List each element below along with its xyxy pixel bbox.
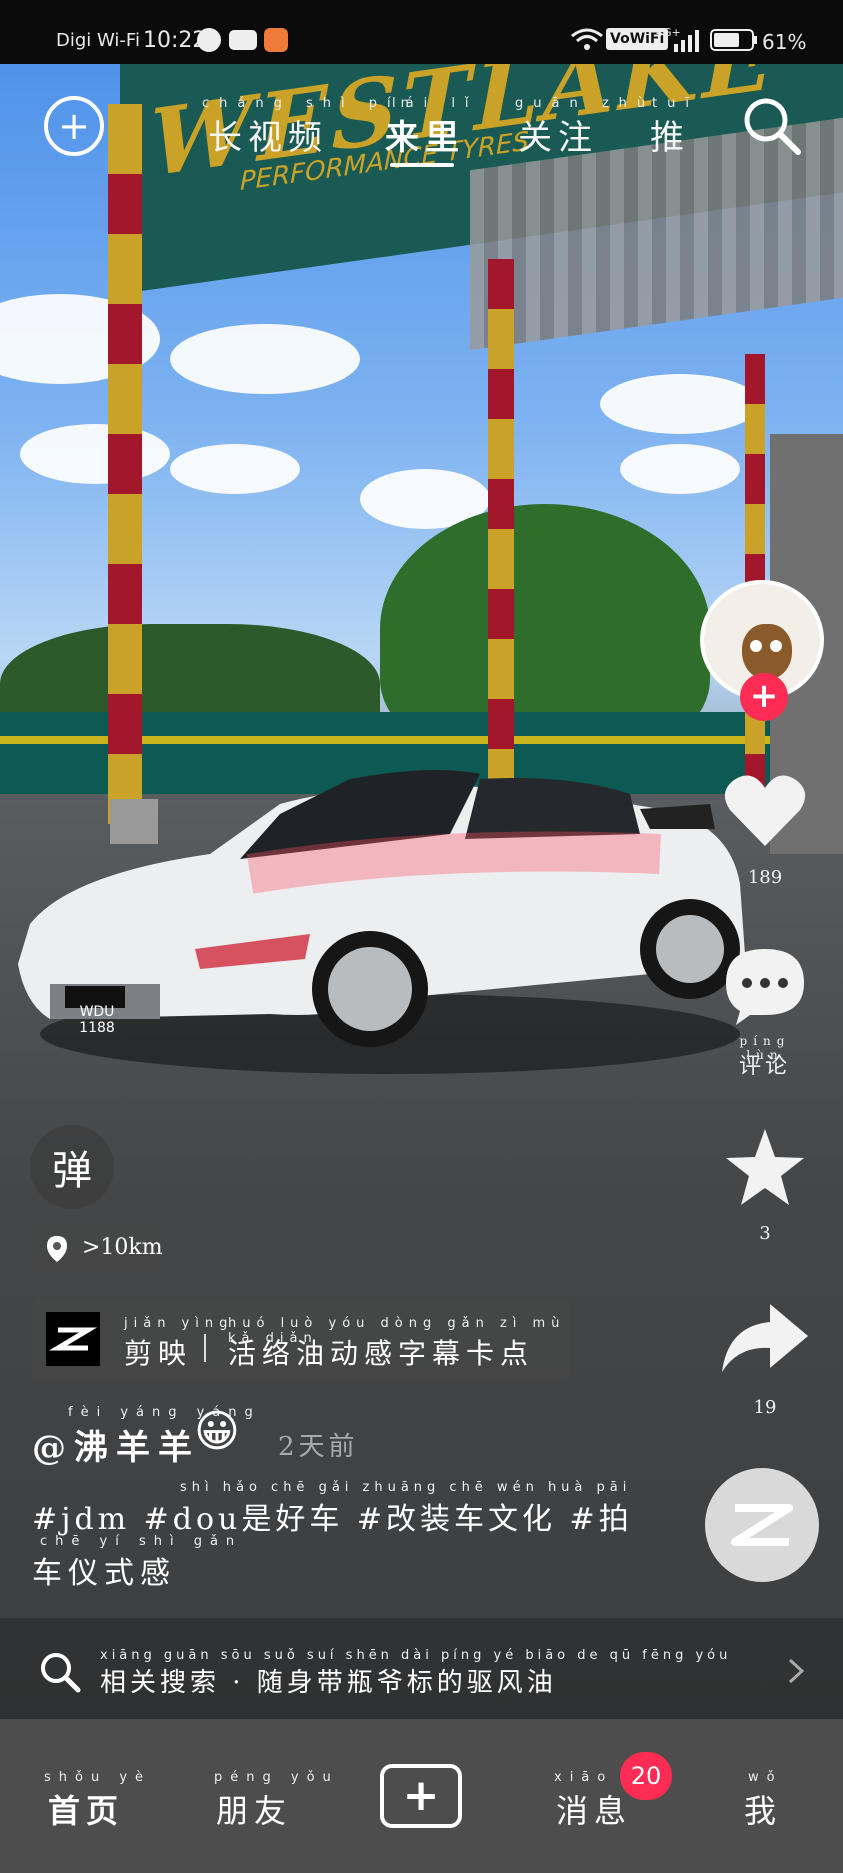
location-distance: >10km	[82, 1235, 163, 1260]
related-search-text: 相关搜索 · 随身带瓶爷标的驱风油	[100, 1668, 557, 1698]
capcut-icon	[46, 1312, 100, 1366]
license-plate: WDU 1188	[79, 1004, 115, 1036]
author-emoji: 😀	[194, 1406, 240, 1457]
like-count: 189	[747, 867, 783, 888]
share-count: 19	[753, 1397, 777, 1418]
tab-ruby: tuī	[652, 96, 699, 111]
status-bar: Digi Wi-Fi 10:22 VoWiFi 4G+ 61%	[0, 0, 843, 64]
favorite-icon[interactable]	[722, 1125, 808, 1211]
danmu-label: 弹	[52, 1148, 92, 1194]
capcut-promo-banner[interactable]: jiǎn yìng 剪映 huó luò yóu dòng gǎn zì mù …	[32, 1298, 570, 1380]
post-hashtags-2[interactable]: 车仪式感	[32, 1548, 176, 1592]
nav-home[interactable]: 首页	[48, 1786, 124, 1832]
nav-friends[interactable]: 朋友	[216, 1786, 292, 1832]
signal-icon	[674, 30, 699, 52]
video-frame[interactable]: WESTLAKE PERFORMANCE TYRES WDU 1188	[0, 64, 843, 1719]
comment-label: 评论	[738, 1054, 791, 1079]
carrier-label: Digi Wi-Fi	[56, 30, 140, 51]
tab-long-video[interactable]: 长视频	[208, 110, 328, 159]
capcut-logo-icon	[731, 1504, 793, 1546]
location-pin-icon	[47, 1236, 67, 1262]
capcut-promo-text: 活络油动感字幕卡点	[228, 1337, 535, 1370]
music-disc[interactable]	[705, 1468, 819, 1582]
danmu-toggle-button[interactable]: 弹	[30, 1125, 114, 1209]
post-hashtags[interactable]: #jdm #dou是好车 #改装车文化 #拍	[32, 1494, 633, 1538]
follow-button[interactable]: +	[740, 673, 788, 721]
favorite-count: 3	[759, 1223, 771, 1244]
nav-ruby: shǒu yè	[44, 1770, 152, 1785]
active-tab-indicator	[390, 163, 454, 167]
nav-me[interactable]: 我	[744, 1786, 782, 1832]
post-time: 2天前	[278, 1432, 359, 1462]
battery-icon	[710, 29, 757, 51]
hashtags-ruby: shì hǎo chē gǎi zhuāng chē wén huà pāi	[180, 1480, 632, 1495]
related-search-bar[interactable]: xiāng guān sōu suǒ suí shēn dài píng yé …	[0, 1618, 843, 1719]
tab-nearby[interactable]: 来里	[385, 110, 465, 159]
create-post-button[interactable]: +	[380, 1764, 462, 1828]
pillar	[108, 104, 142, 824]
search-icon	[41, 1653, 81, 1693]
add-icon[interactable]: +	[44, 96, 104, 156]
related-search-ruby: xiāng guān sōu suǒ suí shēn dài píng yé …	[100, 1648, 732, 1663]
tab-ruby: guān zhù	[515, 96, 656, 111]
messages-badge: 20	[620, 1752, 672, 1800]
hashtags-ruby-2: chē yí shì gǎn	[40, 1534, 243, 1549]
capcut-label: 剪映	[124, 1337, 193, 1370]
tab-ruby: cháng shì pín	[202, 96, 419, 111]
tab-recommend[interactable]: 推	[650, 110, 690, 159]
share-icon[interactable]	[718, 1300, 810, 1380]
whatsapp-icon	[197, 28, 221, 52]
nav-messages[interactable]: 消息	[556, 1786, 632, 1832]
tab-ruby: lái lǐ	[392, 96, 479, 111]
nav-ruby: wǒ	[748, 1770, 783, 1785]
comment-icon[interactable]	[722, 945, 808, 1025]
tab-following[interactable]: 关注	[518, 110, 598, 159]
app-notification-icon	[264, 28, 288, 52]
chevron-right-icon	[788, 1658, 805, 1684]
like-icon[interactable]	[722, 770, 808, 850]
nav-ruby: péng yǒu	[214, 1770, 339, 1785]
location-chip[interactable]: >10km	[32, 1221, 163, 1275]
youtube-icon	[229, 30, 257, 50]
wifi-icon	[571, 28, 603, 50]
battery-percent: 61%	[762, 30, 807, 54]
capcut-ruby: jiǎn yìng	[124, 1316, 234, 1331]
author-name[interactable]: @沸羊羊	[32, 1420, 200, 1469]
search-icon[interactable]	[740, 94, 804, 158]
